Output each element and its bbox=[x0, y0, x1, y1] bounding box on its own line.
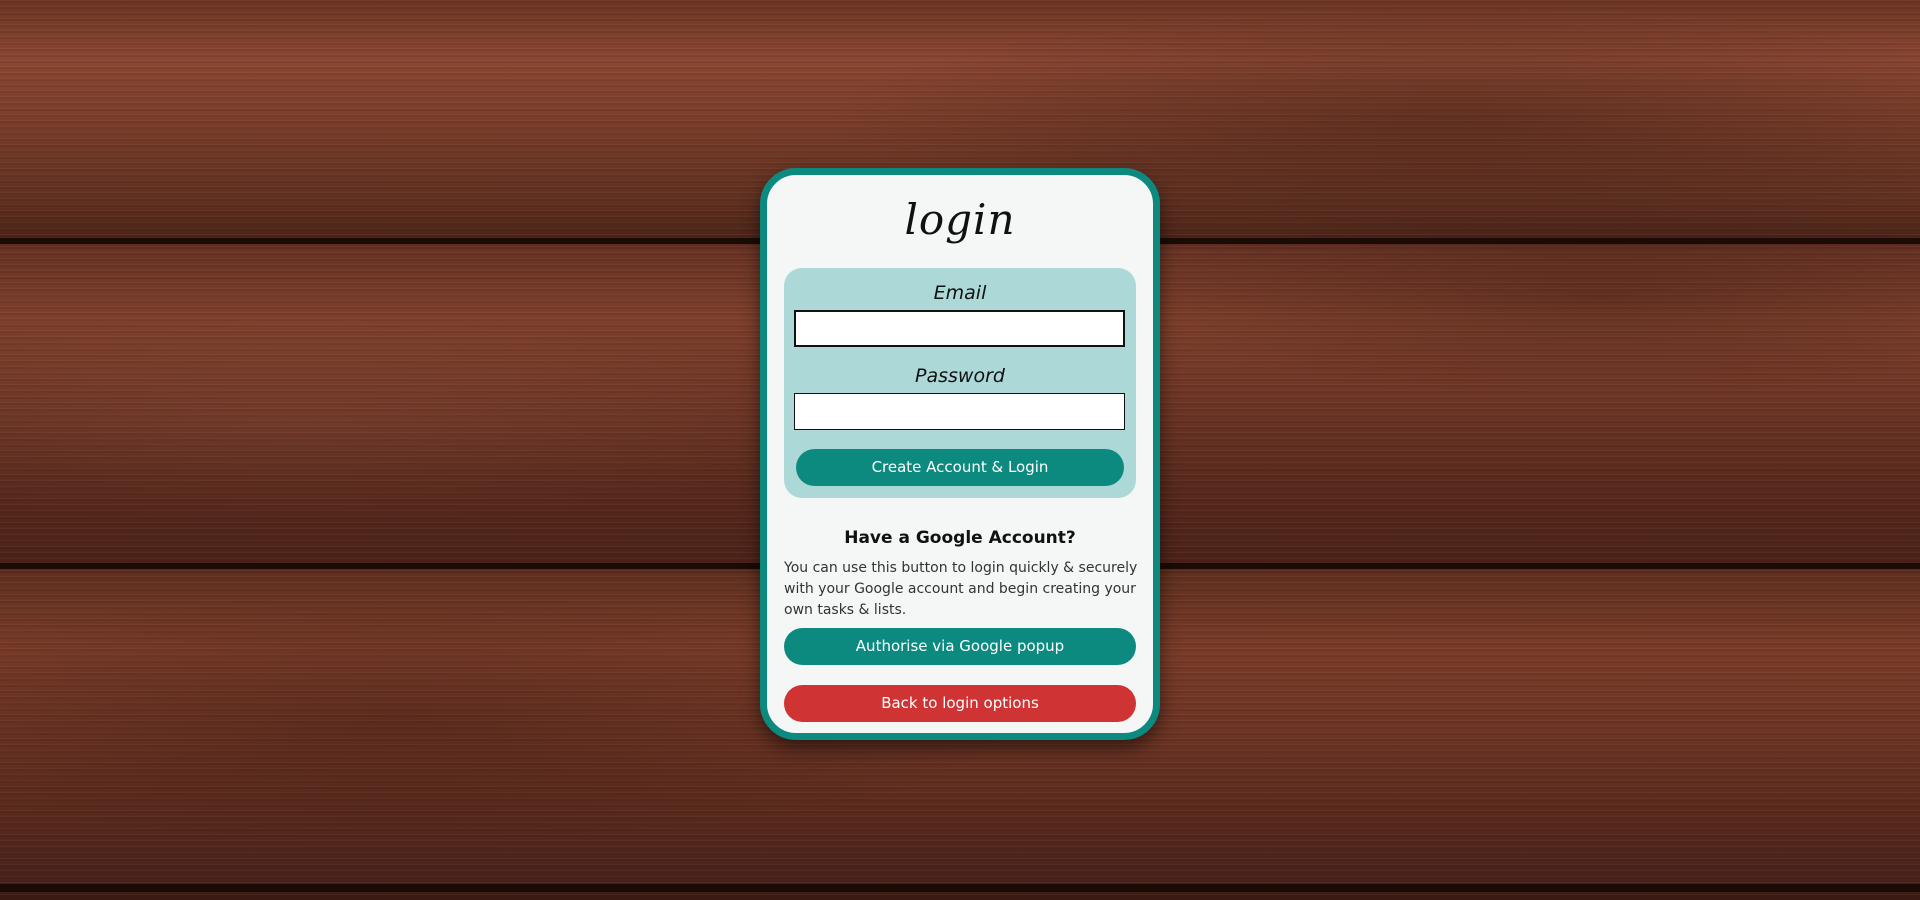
email-field[interactable] bbox=[794, 310, 1125, 347]
login-form-panel: Email Password Create Account & Login bbox=[784, 268, 1136, 498]
back-to-login-options-button[interactable]: Back to login options bbox=[784, 685, 1136, 722]
google-account-description: You can use this button to login quickly… bbox=[784, 560, 1138, 618]
email-label: Email bbox=[933, 282, 987, 304]
login-card: login Email Password Create Account & Lo… bbox=[760, 168, 1160, 740]
create-account-login-button[interactable]: Create Account & Login bbox=[796, 449, 1124, 486]
google-account-heading: Have a Google Account? bbox=[844, 528, 1076, 548]
google-authorise-button[interactable]: Authorise via Google popup bbox=[784, 628, 1136, 665]
page-title: login bbox=[904, 195, 1016, 244]
password-label: Password bbox=[915, 365, 1005, 387]
password-field[interactable] bbox=[794, 393, 1125, 430]
